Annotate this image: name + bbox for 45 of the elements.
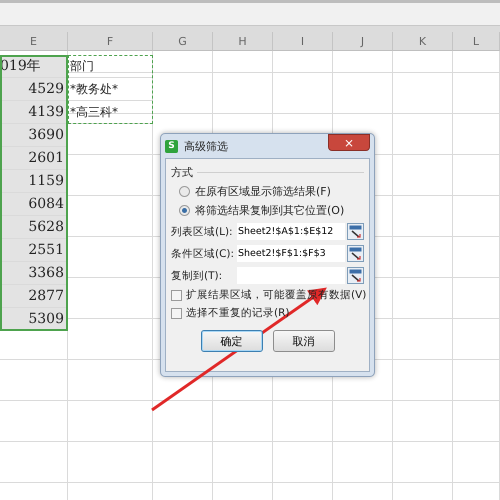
table-cell: 2877: [0, 285, 68, 308]
app-logo-icon: S: [165, 140, 178, 152]
column-header[interactable]: G: [153, 32, 213, 51]
checkbox[interactable]: [171, 290, 182, 300]
table-cell: 1159: [0, 170, 68, 193]
column-header[interactable]: F: [68, 32, 153, 51]
ok-button[interactable]: 确定: [200, 330, 262, 352]
field-label: 列表区域(L):: [171, 224, 234, 238]
table-cell: *教务处*: [68, 78, 153, 101]
column-header[interactable]: I: [273, 32, 333, 51]
close-button[interactable]: ×: [328, 134, 370, 151]
checkbox[interactable]: [171, 308, 182, 318]
column-header[interactable]: H: [213, 32, 273, 51]
radio-label: 在原有区域显示筛选结果(F): [195, 184, 331, 199]
table-cell: 4529: [0, 78, 68, 101]
radio-button[interactable]: [179, 186, 190, 197]
group-label: 方式: [171, 165, 193, 180]
cancel-button[interactable]: 取消: [272, 330, 334, 352]
column-header[interactable]: E: [0, 32, 68, 51]
range-picker-icon: [349, 269, 362, 282]
table-cell: 部门: [68, 55, 153, 78]
table-cell: 3690: [0, 124, 68, 147]
range-picker-button[interactable]: [347, 223, 364, 240]
table-cell: *高三科*: [68, 101, 153, 124]
field-label: 条件区域(C):: [171, 246, 235, 260]
range-picker-button[interactable]: [347, 245, 364, 262]
table-cell: 2601: [0, 147, 68, 170]
range-field[interactable]: Sheet2!$F$1:$F$3: [237, 245, 345, 262]
table-cell: 2551: [0, 239, 68, 262]
dialog-title: 高级筛选: [184, 138, 228, 154]
table-cell: 5628: [0, 216, 68, 239]
table-cell: 3368: [0, 262, 68, 285]
range-picker-icon: [349, 225, 362, 238]
range-picker-icon: [349, 247, 362, 260]
field-label: 复制到(T):: [171, 268, 224, 282]
checkbox-label: 选择不重复的记录(R): [186, 306, 290, 320]
range-field[interactable]: Sheet2!$A$1:$E$12: [237, 223, 345, 240]
column-header[interactable]: L: [453, 32, 500, 51]
radio-label: 将筛选结果复制到其它位置(O): [195, 203, 344, 218]
column-header[interactable]: K: [393, 32, 453, 51]
range-picker-button[interactable]: [347, 267, 364, 284]
column-header[interactable]: J: [333, 32, 393, 51]
table-cell: 6084: [0, 193, 68, 216]
table-cell: 4139: [0, 101, 68, 124]
radio-button[interactable]: [179, 205, 190, 216]
